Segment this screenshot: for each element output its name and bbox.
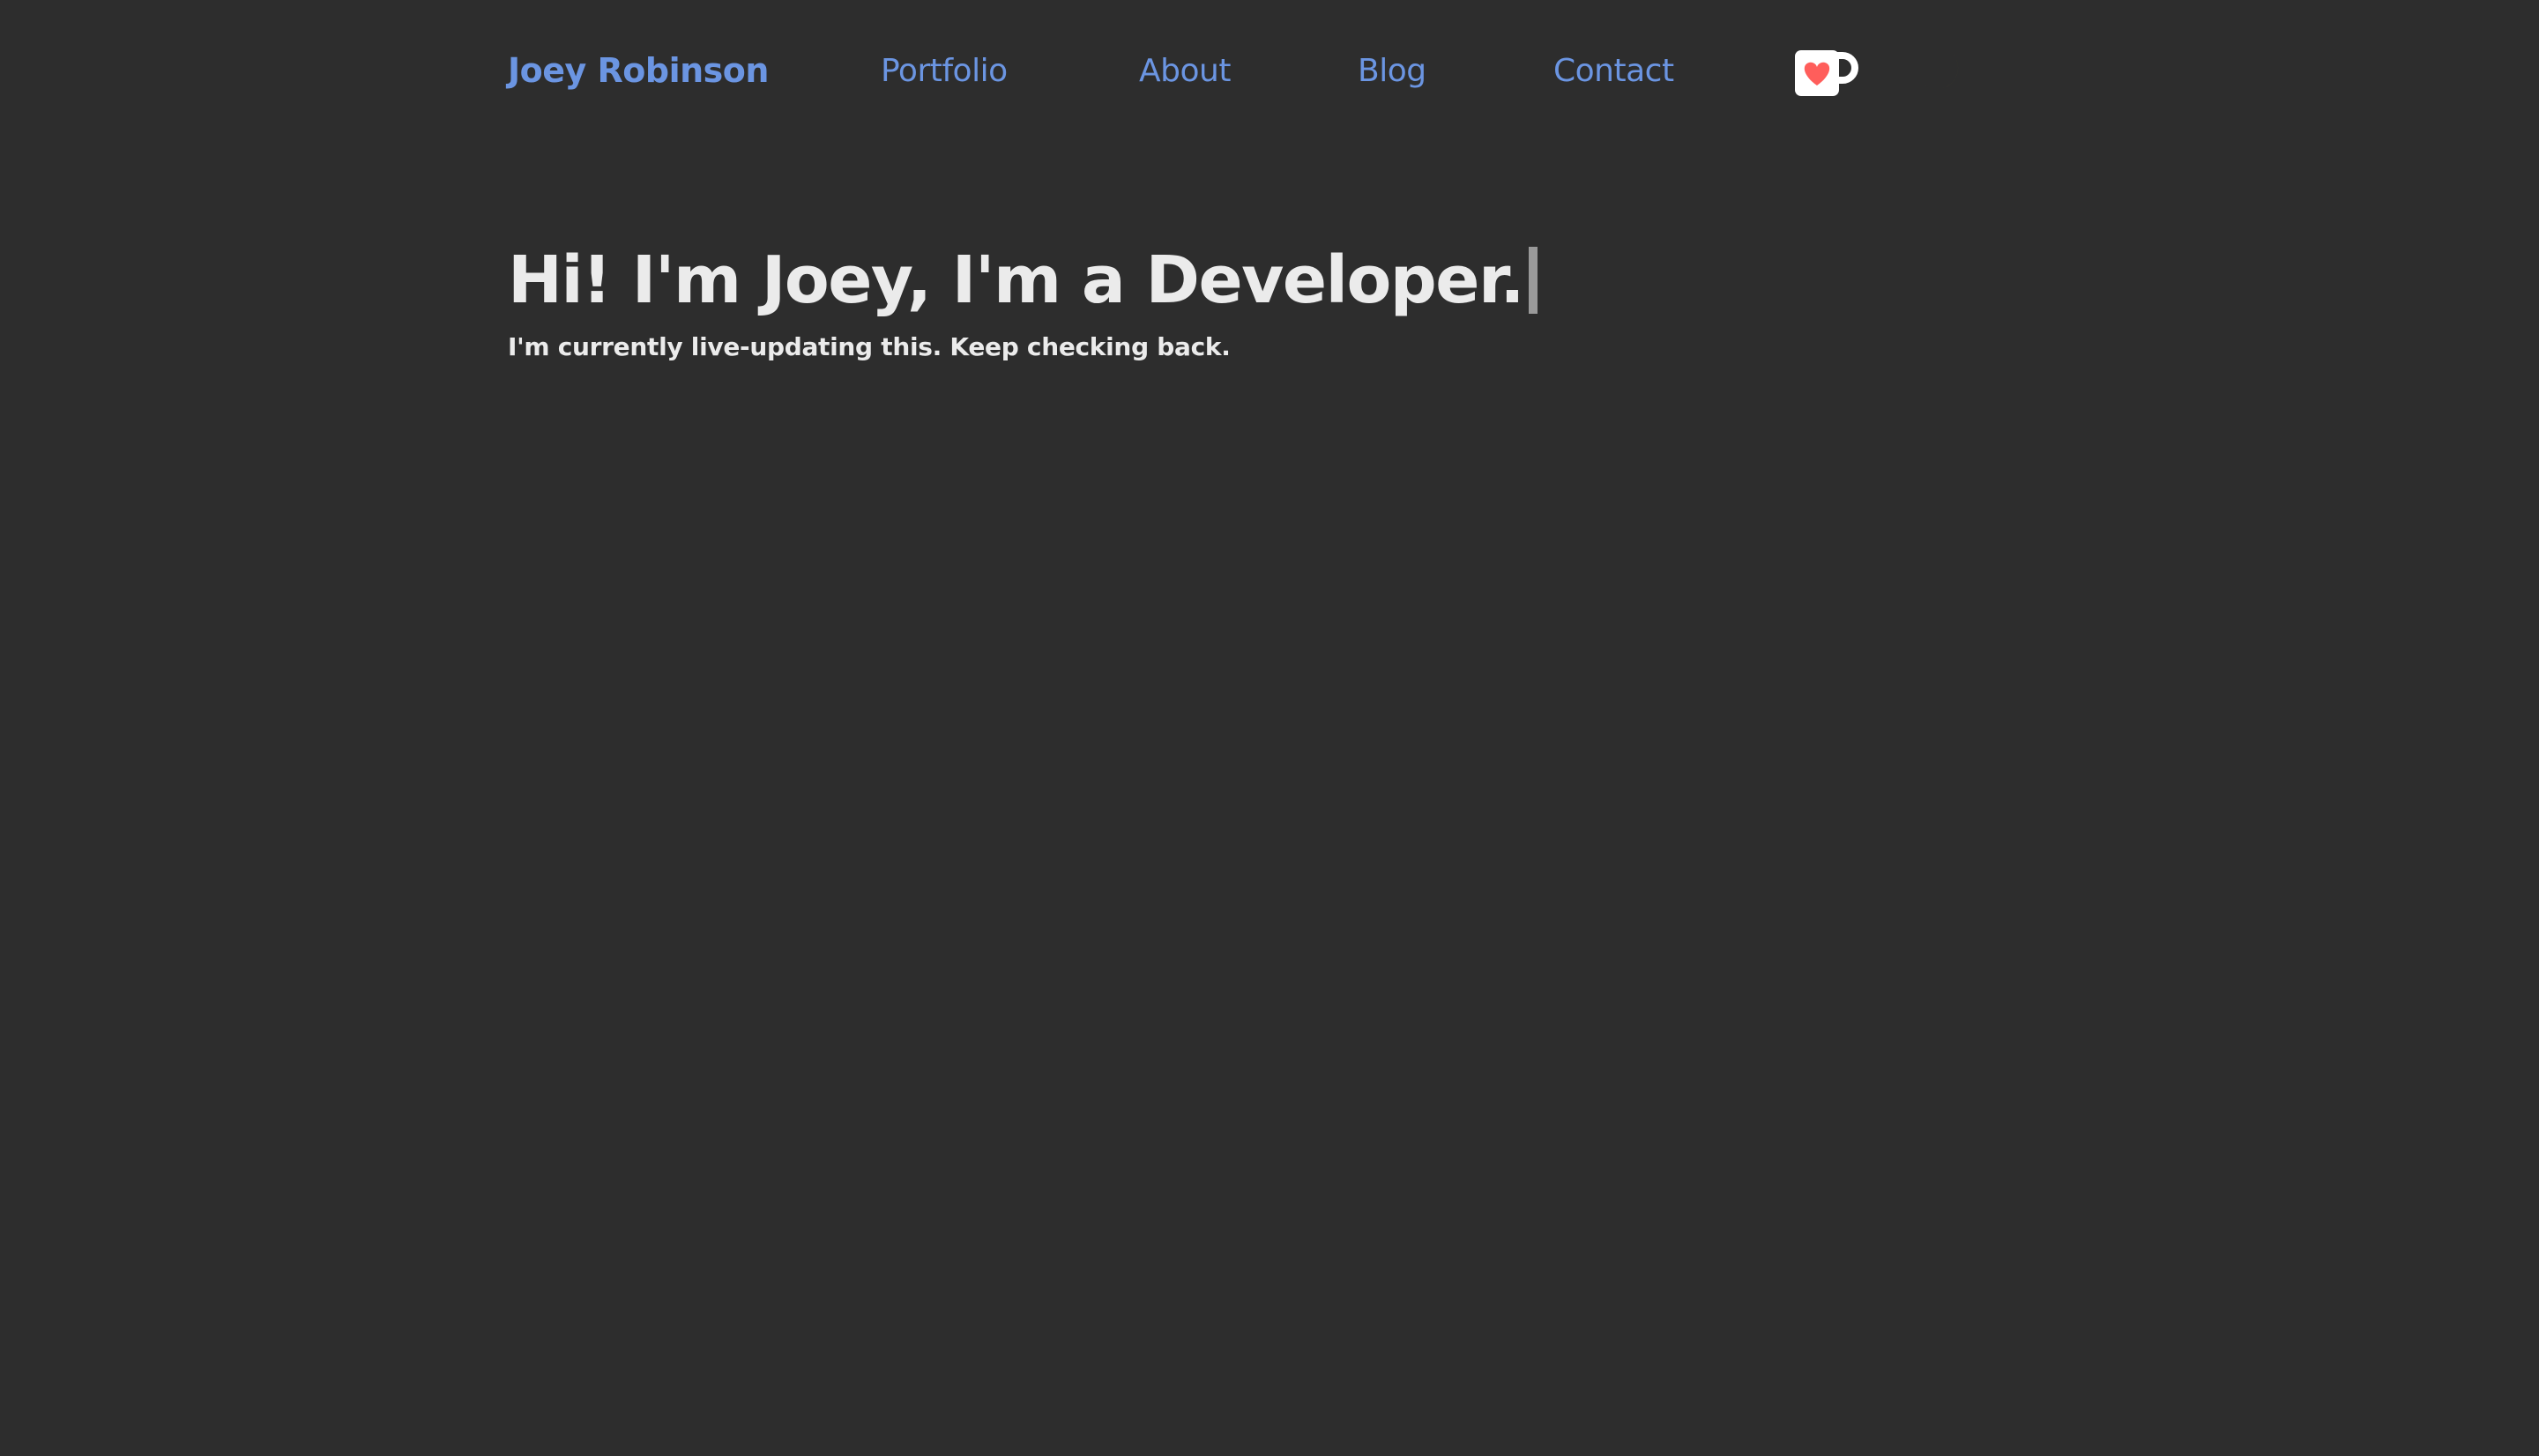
ko-fi-button[interactable] [1795, 50, 1858, 96]
nav-link-blog[interactable]: Blog [1358, 53, 1426, 89]
typing-cursor [1529, 247, 1538, 314]
page: Joey Robinson Portfolio About Blog Conta… [0, 0, 2539, 1456]
theme-toggle-button[interactable] [1918, 49, 1968, 99]
brand-link[interactable]: Joey Robinson [508, 51, 769, 90]
hero-section: Hi! I'm Joey, I'm a Developer. I'm curre… [508, 236, 2095, 365]
top-navigation: Joey Robinson Portfolio About Blog Conta… [0, 0, 2539, 146]
ko-fi-cup-icon [1795, 50, 1858, 96]
nav-link-about[interactable]: About [1139, 53, 1231, 89]
moon-icon [1922, 53, 1959, 90]
nav-link-contact[interactable]: Contact [1553, 53, 1674, 89]
nav-link-portfolio[interactable]: Portfolio [881, 53, 1008, 89]
hero-headline-text: Hi! I'm Joey, I'm a Developer. [508, 242, 1525, 318]
hero-subtitle: I'm currently live-updating this. Keep c… [508, 332, 1231, 361]
hero-headline: Hi! I'm Joey, I'm a Developer. [508, 236, 2095, 324]
